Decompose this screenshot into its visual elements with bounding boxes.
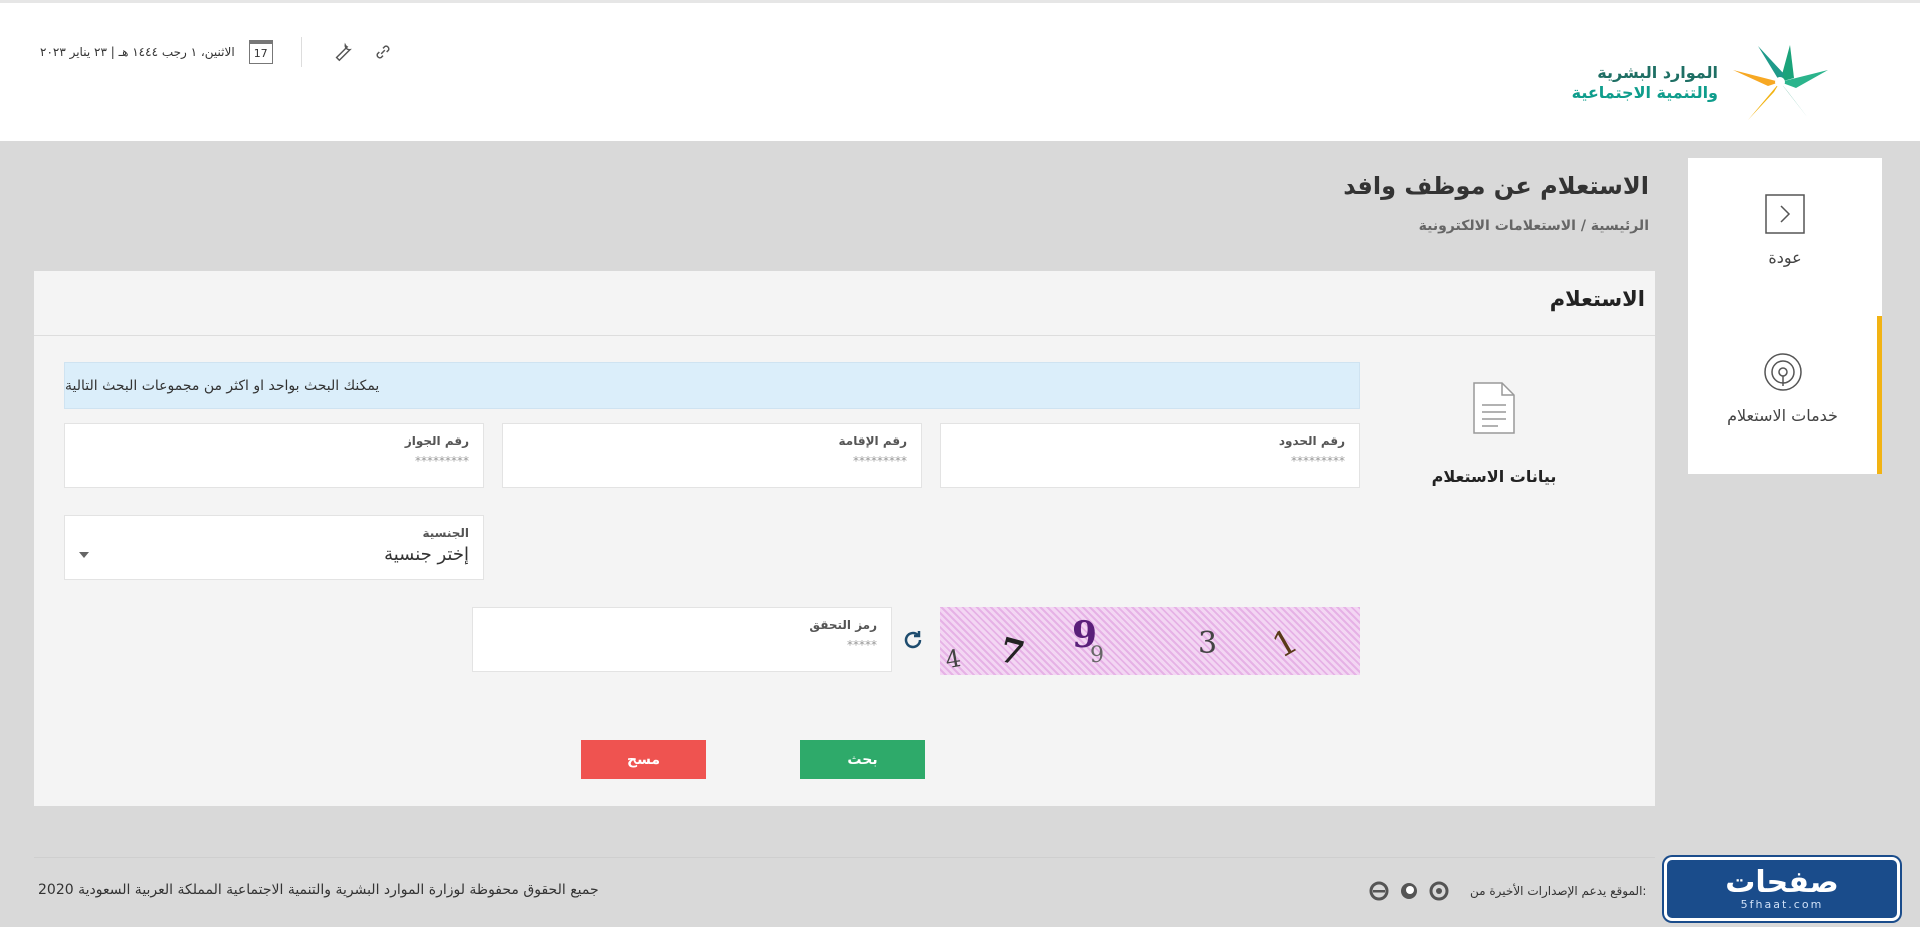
nationality-value: إختر جنسية — [384, 544, 469, 565]
panel-title: الاستعلام — [1549, 287, 1645, 311]
support-text: الموقع يدعم الإصدارات الأخيرة من: — [1470, 884, 1647, 898]
clear-button[interactable]: مسح — [581, 740, 706, 779]
svg-text:4: 4 — [943, 644, 963, 674]
link-icon[interactable] — [370, 39, 396, 65]
browser-support: الموقع يدعم الإصدارات الأخيرة من: — [1368, 880, 1646, 902]
inquiry-panel: الاستعلام بيانات الاستعلام يمكنك البحث ب… — [34, 271, 1655, 806]
copyright-text: جميع الحقوق محفوظة لوزارة الموارد البشري… — [38, 882, 599, 898]
border-number-label: رقم الحدود — [1278, 434, 1345, 448]
logo-text: الموارد البشرية والتنمية الاجتماعية — [1572, 63, 1718, 103]
broadcast-icon — [1763, 353, 1802, 391]
nationality-label: الجنسية — [422, 526, 469, 540]
captcha-input[interactable] — [487, 638, 877, 652]
back-button[interactable]: عودة — [1688, 158, 1882, 316]
panel-divider — [34, 335, 1655, 336]
inquiry-services-label: خدمات الاستعلام — [1727, 406, 1838, 425]
breadcrumb[interactable]: الرئيسية / الاستعلامات الالكترونية — [1419, 218, 1649, 234]
firefox-icon[interactable] — [1398, 880, 1420, 902]
header-tools: الاثنين، ١ رجب ١٤٤٤ هـ | ٢٣ يناير ٢٠٢٣ 1… — [40, 33, 396, 71]
chevron-right-icon — [1765, 194, 1805, 234]
brand-url: 5fhaat.com — [1740, 897, 1824, 911]
border-number-field[interactable]: رقم الحدود — [940, 423, 1360, 488]
passport-number-label: رقم الجواز — [404, 434, 469, 448]
iqama-number-label: رقم الإقامة — [838, 434, 907, 448]
iqama-number-field[interactable]: رقم الإقامة — [502, 423, 922, 488]
chrome-icon[interactable] — [1428, 880, 1450, 902]
svg-text:3: 3 — [1198, 626, 1217, 661]
sidebar-item-inquiry-services[interactable]: خدمات الاستعلام — [1688, 316, 1882, 474]
brand-watermark: صفحات 5fhaat.com — [1664, 857, 1900, 921]
inquiry-data-section: بيانات الاستعلام — [1384, 361, 1604, 511]
passport-number-field[interactable]: رقم الجواز — [64, 423, 484, 488]
calendar-icon[interactable]: 17 — [248, 40, 273, 64]
inquiry-data-label: بيانات الاستعلام — [1431, 467, 1557, 486]
refresh-icon[interactable] — [900, 627, 926, 653]
logo-line2: والتنمية الاجتماعية — [1571, 82, 1718, 102]
nationality-dropdown[interactable]: إختر جنسية — [79, 544, 469, 565]
captcha-glyphs: 4 7 9 9 3 1 — [943, 614, 1305, 675]
ie-icon[interactable] — [1368, 880, 1390, 902]
header-divider — [300, 37, 302, 67]
ministry-logo[interactable]: الموارد البشرية والتنمية الاجتماعية — [1503, 40, 1833, 125]
nationality-select[interactable]: الجنسية إختر جنسية — [64, 515, 484, 580]
side-menu: عودة خدمات الاستعلام — [1688, 158, 1882, 474]
svg-text:1: 1 — [1266, 621, 1305, 666]
svg-text:7: 7 — [995, 630, 1028, 675]
border-number-input[interactable] — [955, 454, 1345, 468]
captcha-label: رمز التحقق — [809, 618, 877, 632]
info-alert: يمكنك البحث بواحد او اكثر من مجموعات الب… — [64, 362, 1360, 409]
logo-line1: الموارد البشرية — [1597, 62, 1718, 82]
back-label: عودة — [1768, 248, 1802, 267]
page-title: الاستعلام عن موظف وافد — [1343, 172, 1649, 200]
header: الموارد البشرية والتنمية الاجتماعية الاث… — [0, 0, 1920, 141]
iqama-number-input[interactable] — [517, 454, 907, 468]
document-icon — [1473, 382, 1515, 434]
brand-name: صفحات — [1725, 864, 1839, 900]
wrench-icon[interactable] — [330, 39, 356, 65]
captcha-image: 4 7 9 9 3 1 — [940, 607, 1360, 675]
footer-divider — [34, 857, 1655, 858]
logo-emblem-icon — [1733, 45, 1828, 120]
chevron-down-icon — [79, 551, 89, 558]
search-button[interactable]: بحث — [800, 740, 925, 779]
captcha-field[interactable]: رمز التحقق — [472, 607, 892, 672]
passport-number-input[interactable] — [79, 454, 469, 468]
svg-text:9: 9 — [1090, 643, 1104, 668]
header-date: الاثنين، ١ رجب ١٤٤٤ هـ | ٢٣ يناير ٢٠٢٣ — [40, 45, 235, 59]
